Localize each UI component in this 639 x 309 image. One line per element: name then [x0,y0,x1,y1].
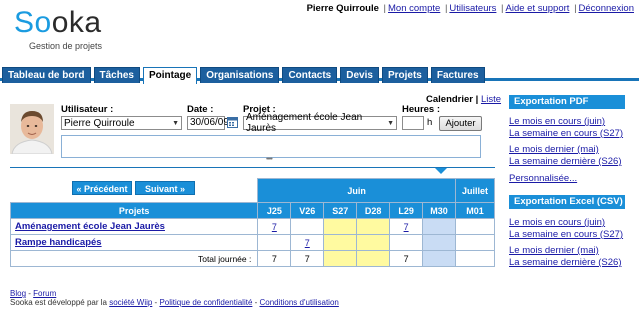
pdf-custom-link[interactable]: Personnalisée... [509,173,577,184]
csv-export-links: Le mois en cours (juin) La semaine en co… [509,217,623,241]
terms-link[interactable]: Conditions d'utilisation [260,298,339,307]
tab-dashboard[interactable]: Tableau de bord [2,67,91,83]
view-switcher: Calendrier | Liste [426,94,502,105]
tab-invoices[interactable]: Factures [430,67,485,83]
table-row: Rampe handicapés 7 [9,234,495,251]
project-link[interactable]: Rampe handicapés [15,237,102,248]
date-input[interactable]: 30/06/09 [187,116,229,130]
csv-export-header: Exportation Excel (CSV) [509,195,625,209]
hours-input[interactable] [402,116,424,130]
day-total: 7 [257,250,292,267]
pdf-export-header: Exportation PDF [509,95,625,109]
day-header: L29 [389,202,424,219]
add-button[interactable]: Ajouter [439,116,482,131]
tab-timesheet[interactable]: Pointage [142,67,198,84]
project-link[interactable]: Aménagement école Jean Jaurès [15,221,165,232]
footer-credits: Sooka est développé par la société Wiip … [10,298,339,307]
top-navigation: Pierre Quirroule | Mon compte | Utilisateu… [306,3,634,14]
resize-grip-icon[interactable]: •••• [266,156,273,163]
main-tabs: Tableau de bord Tâches Pointage Organisa… [2,67,485,84]
tagline: Gestion de projets [29,41,103,51]
date-label: Date : [187,104,214,115]
my-account-link[interactable]: Mon compte [388,3,440,14]
hours-entry-link[interactable]: 7 [305,238,310,248]
project-select[interactable]: Aménagement école Jean Jaurès ▼ [243,112,397,134]
tab-organisations[interactable]: Organisations [200,67,280,83]
day-total: 7 [389,250,424,267]
footer-links: Blog - Forum [10,289,57,298]
logout-link[interactable]: Déconnexion [579,3,634,14]
projects-column-header: Projets [9,202,259,219]
logo: Sooka [14,6,102,39]
pdf-current-week-link[interactable]: La semaine en cours (S27) [509,128,623,139]
tab-contacts[interactable]: Contacts [282,67,338,83]
blog-link[interactable]: Blog [10,289,26,298]
users-link[interactable]: Utilisateurs [449,3,496,14]
list-view-link[interactable]: Liste [481,94,501,105]
csv-last-month-link[interactable]: Le mois dernier (mai) [509,245,599,256]
day-header: M30 [422,202,456,219]
day-header: J25 [257,202,292,219]
calendar-view-label: Calendrier [426,94,473,105]
timesheet-table: Juin Juillet Projets J25 V26 S27 D28 L29… [9,178,495,267]
csv-last-week-link[interactable]: La semaine dernière (S26) [509,257,621,268]
calendar-icon[interactable] [227,116,238,128]
divider [10,167,495,168]
tab-tasks[interactable]: Tâches [93,67,140,83]
help-link[interactable]: Aide et support [506,3,570,14]
user-select[interactable]: Pierre Quirroule ▼ [61,116,182,130]
current-user: Pierre Quirroule [306,3,379,14]
hours-entry-link[interactable]: 7 [272,222,277,232]
day-header: S27 [323,202,358,219]
day-header: D28 [356,202,391,219]
hours-entry-link[interactable]: 7 [404,222,409,232]
chevron-down-icon: ▼ [387,119,394,127]
total-row: Total journée : 7 7 7 [9,250,495,267]
chevron-down-icon: ▼ [172,119,179,127]
hours-label: Heures : [402,104,441,115]
user-avatar [10,104,54,154]
month-header-june: Juin [257,178,456,203]
tab-projects[interactable]: Projets [381,67,428,83]
pdf-export-links: Le mois en cours (juin) La semaine en co… [509,116,623,140]
total-label: Total journée : [9,250,259,267]
pdf-current-month-link[interactable]: Le mois en cours (juin) [509,116,605,127]
csv-current-month-link[interactable]: Le mois en cours (juin) [509,217,605,228]
triangle-down-icon[interactable] [435,168,447,174]
day-header: M01 [455,202,495,219]
table-row: Aménagement école Jean Jaurès 7 7 [9,218,495,235]
pdf-last-week-link[interactable]: La semaine dernière (S26) [509,156,621,167]
day-header: V26 [290,202,325,219]
forum-link[interactable]: Forum [33,289,56,298]
pdf-last-month-link[interactable]: Le mois dernier (mai) [509,144,599,155]
day-total: 7 [290,250,325,267]
month-header-july: Juillet [455,178,495,203]
tab-quotes[interactable]: Devis [340,67,379,83]
hours-unit: h [427,117,433,128]
comment-textarea[interactable] [61,135,481,158]
user-label: Utilisateur : [61,104,114,115]
csv-current-week-link[interactable]: La semaine en cours (S27) [509,229,623,240]
privacy-link[interactable]: Politique de confidentialité [159,298,252,307]
wiip-link[interactable]: société Wiip [109,298,152,307]
